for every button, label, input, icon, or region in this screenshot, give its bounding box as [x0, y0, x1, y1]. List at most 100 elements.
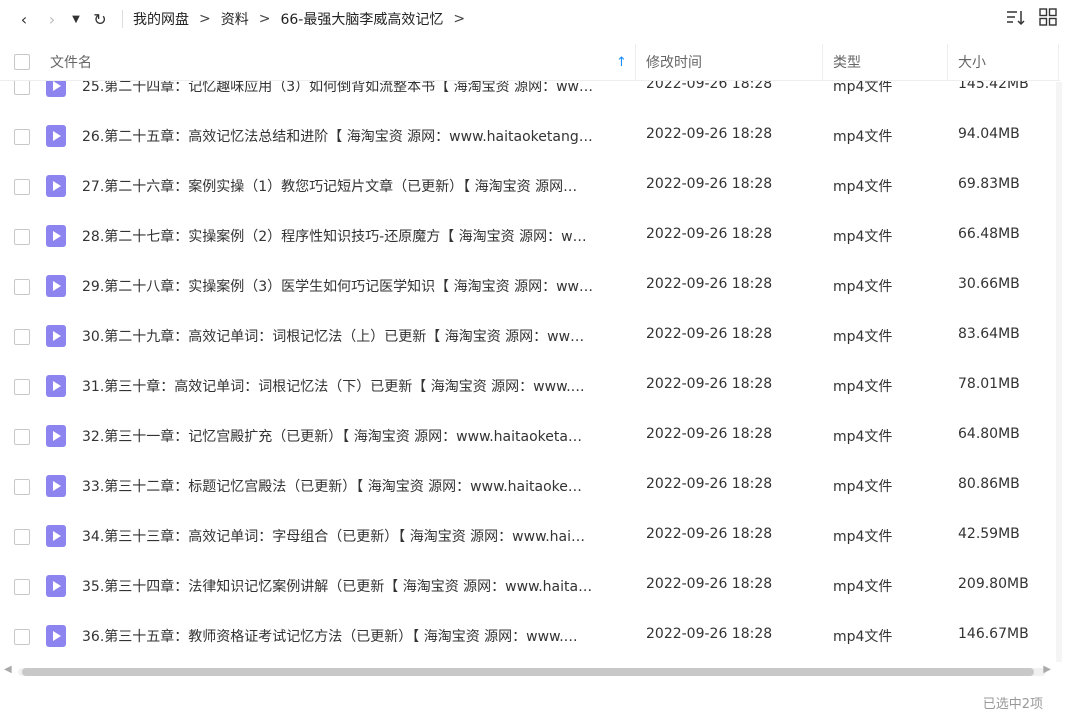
- file-type: mp4文件: [833, 529, 893, 545]
- selection-status: 已选中2项: [982, 697, 1043, 712]
- column-header-type[interactable]: 类型: [833, 44, 861, 80]
- row-checkbox[interactable]: [14, 429, 30, 445]
- file-row[interactable]: 34.第三十三章：高效记单词：字母组合（已更新）【 海淘宝资 源网：www.ha…: [0, 511, 1050, 561]
- row-checkbox[interactable]: [14, 329, 30, 345]
- file-size: 209.80MB: [958, 576, 1029, 592]
- file-type: mp4文件: [833, 329, 893, 345]
- vertical-scrollbar[interactable]: [1056, 82, 1062, 662]
- video-file-icon: [46, 575, 66, 597]
- forward-button[interactable]: ›: [38, 5, 66, 33]
- breadcrumb-item-root[interactable]: 我的网盘: [133, 9, 189, 29]
- file-row[interactable]: 35.第三十四章：法律知识记忆案例讲解（已更新【 海淘宝资 源网：www.hai…: [0, 561, 1050, 611]
- file-name[interactable]: 30.第二十九章：高效记单词：词根记忆法（上）已更新【 海淘宝资 源网：ww…: [82, 326, 627, 346]
- file-size: 64.80MB: [958, 426, 1020, 442]
- video-file-icon: [46, 625, 66, 647]
- row-checkbox[interactable]: [14, 629, 30, 645]
- file-name[interactable]: 28.第二十七章：实操案例（2）程序性知识技巧-还原魔方【 海淘宝资 源网：w…: [82, 226, 627, 246]
- breadcrumb: 我的网盘 > 资料 > 66-最强大脑李威高效记忆 >: [133, 9, 475, 29]
- file-name[interactable]: 35.第三十四章：法律知识记忆案例讲解（已更新【 海淘宝资 源网：www.hai…: [82, 576, 627, 596]
- chevron-right-icon[interactable]: >: [453, 11, 465, 27]
- row-checkbox[interactable]: [14, 279, 30, 295]
- back-button[interactable]: ‹: [10, 5, 38, 33]
- column-header-name[interactable]: 文件名: [50, 44, 92, 80]
- refresh-button[interactable]: ↻: [86, 5, 114, 33]
- file-row[interactable]: 33.第三十二章：标题记忆宫殿法（已更新）【 海淘宝资 源网：www.haita…: [0, 461, 1050, 511]
- file-size: 30.66MB: [958, 276, 1020, 292]
- toolbar-divider: [122, 10, 123, 28]
- horizontal-scrollbar[interactable]: ◀ ▶: [0, 664, 1065, 680]
- file-name[interactable]: 32.第三十一章：记忆宫殿扩充（已更新）【 海淘宝资 源网：www.haitao…: [82, 426, 627, 446]
- file-size: 78.01MB: [958, 376, 1020, 392]
- file-size: 66.48MB: [958, 226, 1020, 242]
- row-checkbox[interactable]: [14, 379, 30, 395]
- video-file-icon: [46, 125, 66, 147]
- column-header-size[interactable]: 大小: [958, 44, 986, 80]
- file-type: mp4文件: [833, 129, 893, 145]
- file-modified-time: 2022-09-26 18:28: [646, 126, 773, 142]
- file-row[interactable]: 30.第二十九章：高效记单词：词根记忆法（上）已更新【 海淘宝资 源网：ww… …: [0, 311, 1050, 361]
- file-type: mp4文件: [833, 379, 893, 395]
- file-row[interactable]: 27.第二十六章：案例实操（1）教您巧记短片文章（已更新）【 海淘宝资 源网… …: [0, 161, 1050, 211]
- row-checkbox[interactable]: [14, 579, 30, 595]
- file-modified-time: 2022-09-26 18:28: [646, 626, 773, 642]
- row-checkbox[interactable]: [14, 529, 30, 545]
- grid-view-icon[interactable]: [1039, 8, 1057, 32]
- file-type: mp4文件: [833, 229, 893, 245]
- scrollbar-thumb[interactable]: [22, 668, 1034, 676]
- file-row[interactable]: 29.第二十八章：实操案例（3）医学生如何巧记医学知识【 海淘宝资 源网：ww……: [0, 261, 1050, 311]
- column-divider[interactable]: [947, 44, 948, 80]
- file-name[interactable]: 33.第三十二章：标题记忆宫殿法（已更新）【 海淘宝资 源网：www.haita…: [82, 476, 627, 496]
- file-name[interactable]: 36.第三十五章：教师资格证考试记忆方法（已更新）【 海淘宝资 源网：www.…: [82, 626, 627, 646]
- file-row[interactable]: 25.第二十四章：记忆趣味应用（3）如何倒背如流整本书【 海淘宝资 源网：ww……: [0, 81, 1050, 111]
- file-row[interactable]: 36.第三十五章：教师资格证考试记忆方法（已更新）【 海淘宝资 源网：www.……: [0, 611, 1050, 661]
- file-size: 80.86MB: [958, 476, 1020, 492]
- file-modified-time: 2022-09-26 18:28: [646, 176, 773, 192]
- row-checkbox[interactable]: [14, 179, 30, 195]
- scroll-right-icon[interactable]: ▶: [1043, 664, 1051, 675]
- video-file-icon: [46, 525, 66, 547]
- file-name[interactable]: 26.第二十五章：高效记忆法总结和进阶【 海淘宝资 源网：www.haitaok…: [82, 126, 627, 146]
- row-checkbox[interactable]: [14, 479, 30, 495]
- sort-icon[interactable]: [1005, 8, 1025, 32]
- select-all-checkbox[interactable]: [14, 44, 30, 80]
- file-size: 83.64MB: [958, 326, 1020, 342]
- file-row[interactable]: 31.第三十章：高效记单词：词根记忆法（下）已更新【 海淘宝资 源网：www.……: [0, 361, 1050, 411]
- breadcrumb-item-folder[interactable]: 资料: [221, 9, 249, 29]
- row-checkbox[interactable]: [14, 81, 30, 95]
- file-list: 25.第二十四章：记忆趣味应用（3）如何倒背如流整本书【 海淘宝资 源网：ww……: [0, 81, 1050, 661]
- file-row[interactable]: 32.第三十一章：记忆宫殿扩充（已更新）【 海淘宝资 源网：www.haitao…: [0, 411, 1050, 461]
- file-row[interactable]: 26.第二十五章：高效记忆法总结和进阶【 海淘宝资 源网：www.haitaok…: [0, 111, 1050, 161]
- scroll-left-icon[interactable]: ◀: [4, 664, 12, 675]
- file-modified-time: 2022-09-26 18:28: [646, 81, 773, 92]
- file-name[interactable]: 31.第三十章：高效记单词：词根记忆法（下）已更新【 海淘宝资 源网：www.…: [82, 376, 627, 396]
- history-dropdown-button[interactable]: ▼: [66, 5, 86, 33]
- toolbar: ‹ › ▼ ↻ 我的网盘 > 资料 > 66-最强大脑李威高效记忆 >: [0, 0, 1065, 38]
- file-size: 42.59MB: [958, 526, 1020, 542]
- chevron-right-icon: ›: [48, 9, 56, 29]
- column-divider[interactable]: [635, 44, 636, 80]
- column-header-modified[interactable]: 修改时间: [646, 44, 702, 80]
- file-type: mp4文件: [833, 629, 893, 645]
- file-name[interactable]: 27.第二十六章：案例实操（1）教您巧记短片文章（已更新）【 海淘宝资 源网…: [82, 176, 627, 196]
- file-type: mp4文件: [833, 479, 893, 495]
- video-file-icon: [46, 81, 66, 97]
- file-name[interactable]: 25.第二十四章：记忆趣味应用（3）如何倒背如流整本书【 海淘宝资 源网：ww…: [82, 81, 627, 96]
- refresh-icon: ↻: [93, 9, 107, 29]
- caret-down-icon: ▼: [72, 13, 80, 25]
- row-checkbox[interactable]: [14, 229, 30, 245]
- column-divider[interactable]: [1058, 44, 1059, 80]
- file-name[interactable]: 34.第三十三章：高效记单词：字母组合（已更新）【 海淘宝资 源网：www.ha…: [82, 526, 627, 546]
- file-size: 146.67MB: [958, 626, 1029, 642]
- file-modified-time: 2022-09-26 18:28: [646, 476, 773, 492]
- file-name[interactable]: 29.第二十八章：实操案例（3）医学生如何巧记医学知识【 海淘宝资 源网：ww…: [82, 276, 627, 296]
- column-divider[interactable]: [822, 44, 823, 80]
- row-checkbox[interactable]: [14, 129, 30, 145]
- video-file-icon: [46, 425, 66, 447]
- file-modified-time: 2022-09-26 18:28: [646, 526, 773, 542]
- file-modified-time: 2022-09-26 18:28: [646, 276, 773, 292]
- file-modified-time: 2022-09-26 18:28: [646, 426, 773, 442]
- file-modified-time: 2022-09-26 18:28: [646, 376, 773, 392]
- file-row[interactable]: 28.第二十七章：实操案例（2）程序性知识技巧-还原魔方【 海淘宝资 源网：w……: [0, 211, 1050, 261]
- breadcrumb-item-current[interactable]: 66-最强大脑李威高效记忆: [280, 9, 443, 29]
- file-type: mp4文件: [833, 81, 893, 95]
